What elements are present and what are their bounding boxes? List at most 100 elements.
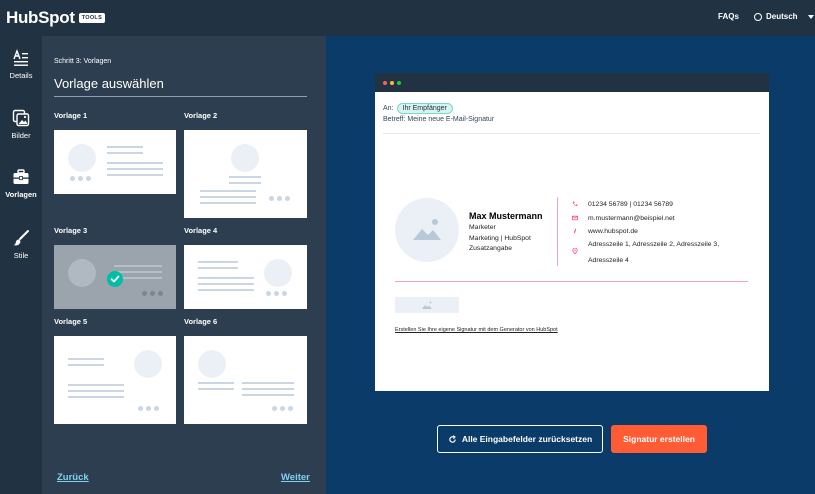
brush-icon <box>13 230 29 246</box>
line-placeholder <box>229 182 261 184</box>
line-placeholder <box>198 382 234 384</box>
reset-fields-button[interactable]: Alle Eingabefelder zurücksetzen <box>437 425 603 453</box>
image-placeholder-icon <box>231 144 259 172</box>
next-link[interactable]: Weiter <box>281 472 310 483</box>
line-placeholder <box>68 384 124 386</box>
line-placeholder <box>198 261 238 263</box>
signature-job-title: Marketer <box>469 224 496 231</box>
signature-phone: 01234 56789 | 01234 56789 <box>588 201 673 208</box>
location-pin-icon <box>572 248 578 254</box>
recipient-chip: Ihr Empfänger <box>396 103 453 114</box>
line-placeholder <box>68 358 104 360</box>
dot <box>158 291 163 296</box>
reset-fields-label: Alle Eingabefelder zurücksetzen <box>461 434 593 444</box>
hubspot-logo[interactable]: HubSpot TOOLS <box>6 8 106 28</box>
link-icon <box>574 228 576 234</box>
template-label: Vorlage 1 <box>54 111 88 120</box>
line-placeholder <box>198 267 238 269</box>
side-rail: Details Bilder Vorlagen Stile <box>0 36 42 494</box>
line-placeholder <box>107 146 143 148</box>
line-placeholder <box>107 168 163 170</box>
line-placeholder <box>242 394 294 396</box>
to-label: An: <box>383 105 394 112</box>
image-placeholder-icon <box>198 350 226 378</box>
line-placeholder <box>68 364 104 366</box>
template-panel: Schritt 3: Vorlagen Vorlage auswählen Vo… <box>42 36 326 494</box>
line-placeholder <box>107 152 143 154</box>
images-icon <box>12 109 30 127</box>
window-minimize-dot <box>390 81 394 85</box>
dot <box>146 406 151 411</box>
briefcase-icon <box>13 169 29 184</box>
template-card-5[interactable] <box>54 336 176 424</box>
signature-name: Max Mustermann <box>469 211 543 221</box>
template-card-3[interactable] <box>54 245 176 309</box>
line-placeholder <box>229 176 261 178</box>
phone-icon <box>572 201 578 207</box>
line-placeholder <box>68 396 124 398</box>
recipient-row: An: Ihr Empfänger <box>383 103 453 114</box>
back-link[interactable]: Zurück <box>57 472 89 483</box>
rail-label: Stile <box>13 251 29 260</box>
template-card-4[interactable] <box>184 245 307 309</box>
dot <box>70 176 75 181</box>
line-placeholder <box>242 382 294 384</box>
template-label: Vorlage 5 <box>54 317 88 326</box>
signature-department: Marketing | HubSpot <box>469 235 531 242</box>
window-maximize-dot <box>397 81 401 85</box>
dot <box>274 291 279 296</box>
line-placeholder <box>198 388 234 390</box>
dot <box>272 406 277 411</box>
rail-item-stile[interactable]: Stile <box>0 229 42 260</box>
dot <box>154 406 159 411</box>
preview-area: An: Ihr Empfänger Betreff: Meine neue E-… <box>326 36 815 494</box>
text-lines-icon <box>13 49 28 66</box>
template-card-1[interactable] <box>54 130 176 194</box>
line-placeholder <box>68 390 124 392</box>
create-signature-button[interactable]: Signatur erstellen <box>611 425 707 453</box>
header-divider <box>383 133 760 134</box>
template-card-2[interactable] <box>184 130 307 218</box>
rail-label: Details <box>9 71 33 80</box>
refresh-icon <box>449 434 456 443</box>
image-placeholder-icon <box>68 259 96 287</box>
template-card-6[interactable] <box>184 336 307 424</box>
rail-item-bilder[interactable]: Bilder <box>0 109 42 140</box>
tools-badge: TOOLS <box>78 13 106 23</box>
language-selector[interactable]: Deutsch <box>754 12 814 21</box>
dot <box>282 291 287 296</box>
dot <box>285 196 290 201</box>
dot <box>269 196 274 201</box>
top-bar: HubSpot TOOLS FAQs Deutsch <box>0 0 815 36</box>
signature-bottom-divider <box>395 281 748 282</box>
banner-placeholder <box>395 297 459 313</box>
template-label: Vorlage 4 <box>184 226 218 235</box>
subject-line: Betreff: Meine neue E-Mail-Signatur <box>383 116 495 123</box>
dot <box>288 406 293 411</box>
line-placeholder <box>114 265 162 267</box>
dot <box>86 176 91 181</box>
line-placeholder <box>198 283 254 285</box>
faqs-link[interactable]: FAQs <box>718 12 739 21</box>
rail-item-vorlagen[interactable]: Vorlagen <box>0 168 42 199</box>
generator-link[interactable]: Erstellen Sie Ihre eigene Signatur mit d… <box>395 327 558 333</box>
email-icon <box>572 215 578 221</box>
logo-text: HubSpot <box>6 8 75 27</box>
check-icon <box>107 271 123 287</box>
window-close-dot <box>383 81 387 85</box>
signature-address-line1: Adresszeile 1, Adresszeile 2, Adresszeil… <box>588 241 720 248</box>
dot <box>138 406 143 411</box>
language-label: Deutsch <box>766 12 798 21</box>
signature-address-line2: Adresszeile 4 <box>588 257 629 264</box>
step-label: Schritt 3: Vorlagen <box>54 58 112 65</box>
template-label: Vorlage 3 <box>54 226 88 235</box>
email-preview-window: An: Ihr Empfänger Betreff: Meine neue E-… <box>375 73 769 391</box>
dot <box>78 176 83 181</box>
rail-item-details[interactable]: Details <box>0 49 42 80</box>
signature-website: www.hubspot.de <box>588 228 638 235</box>
rail-label: Vorlagen <box>5 190 37 199</box>
template-label: Vorlage 2 <box>184 111 218 120</box>
dot <box>280 406 285 411</box>
image-placeholder-icon <box>422 301 432 309</box>
dot <box>150 291 155 296</box>
